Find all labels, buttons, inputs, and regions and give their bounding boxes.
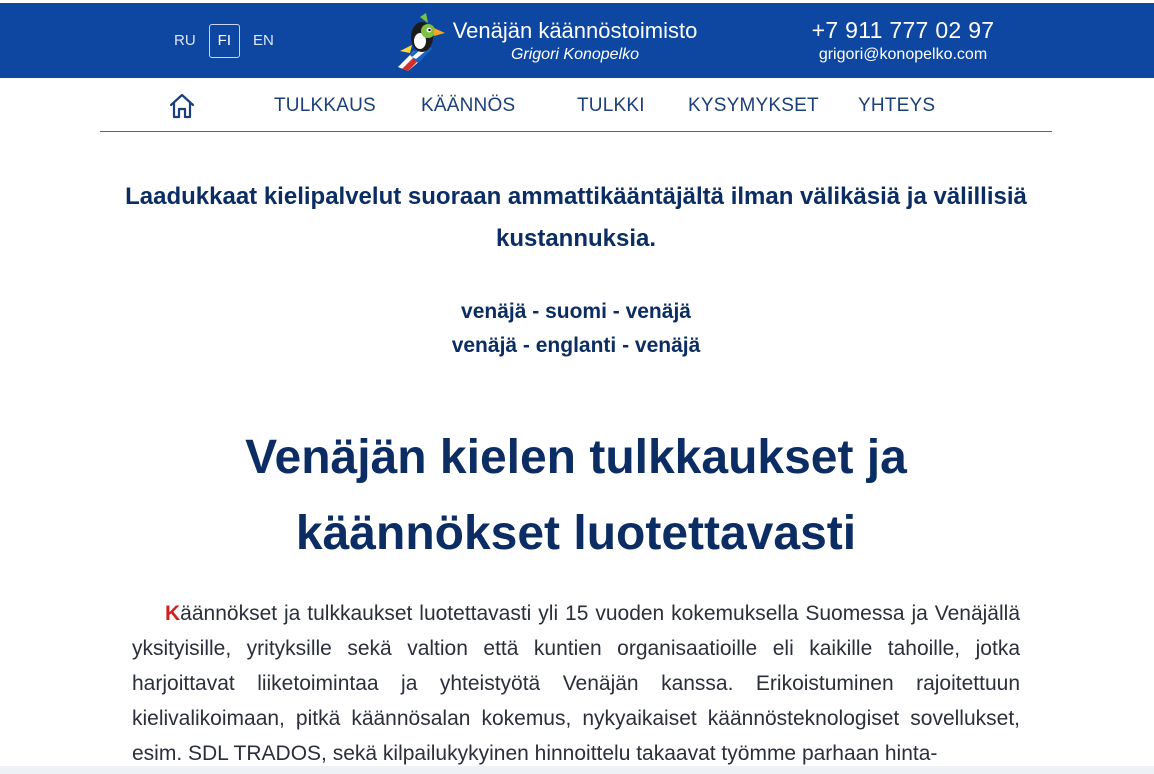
nav-item-kaannos[interactable]: KÄÄNNÖS	[421, 95, 515, 117]
nav-item-yhteys[interactable]: YHTEYS	[858, 95, 935, 117]
lang-en-link[interactable]: EN	[244, 24, 283, 58]
intro-paragraph: Käännökset ja tulkkaukset luotettavasti …	[132, 596, 1020, 771]
lang-fi-link[interactable]: FI	[208, 23, 241, 58]
brand-subtitle: Grigori Konopelko	[510, 46, 640, 63]
dropcap-letter: K	[165, 602, 181, 625]
main-navigation: TULKKAUS KÄÄNNÖS TULKKI KYSYMYKSET YHTEY…	[100, 80, 1052, 132]
top-header: RU FI EN Venäjän käännöstoimisto Grigori…	[0, 3, 1154, 78]
phone-number[interactable]: +7 911 777 02 97	[800, 16, 1006, 44]
brand[interactable]: Venäjän käännöstoimisto Grigori Konopelk…	[447, 17, 703, 65]
language-pair-en: venäjä - englanti - venäjä	[451, 334, 701, 357]
brand-name: Venäjän käännöstoimisto	[452, 18, 698, 43]
bird-logo-icon[interactable]	[392, 11, 446, 71]
nav-item-tulkkaus[interactable]: TULKKAUS	[274, 95, 376, 117]
page-title: Venäjän kielen tulkkaukset ja käännökset…	[245, 431, 907, 560]
intro-paragraph-text: äännökset ja tulkkaukset luotettavasti y…	[132, 602, 1020, 765]
language-switcher: RU FI EN	[165, 3, 283, 78]
lead-text: Laadukkaat kielipalvelut suoraan ammatti…	[125, 183, 1027, 252]
email-address[interactable]: grigori@konopelko.com	[800, 44, 1006, 66]
nav-item-tulkki[interactable]: TULKKI	[577, 95, 645, 117]
lang-ru-link[interactable]: RU	[165, 24, 205, 58]
bottom-edge	[0, 766, 1154, 774]
language-pairs: venäjä - suomi - venäjä venäjä - englant…	[120, 295, 1032, 363]
home-icon[interactable]	[168, 92, 196, 120]
contact-info: +7 911 777 02 97 grigori@konopelko.com	[800, 16, 1006, 66]
nav-item-kysymykset[interactable]: KYSYMYKSET	[688, 95, 819, 117]
language-pair-fi: venäjä - suomi - venäjä	[461, 300, 691, 323]
